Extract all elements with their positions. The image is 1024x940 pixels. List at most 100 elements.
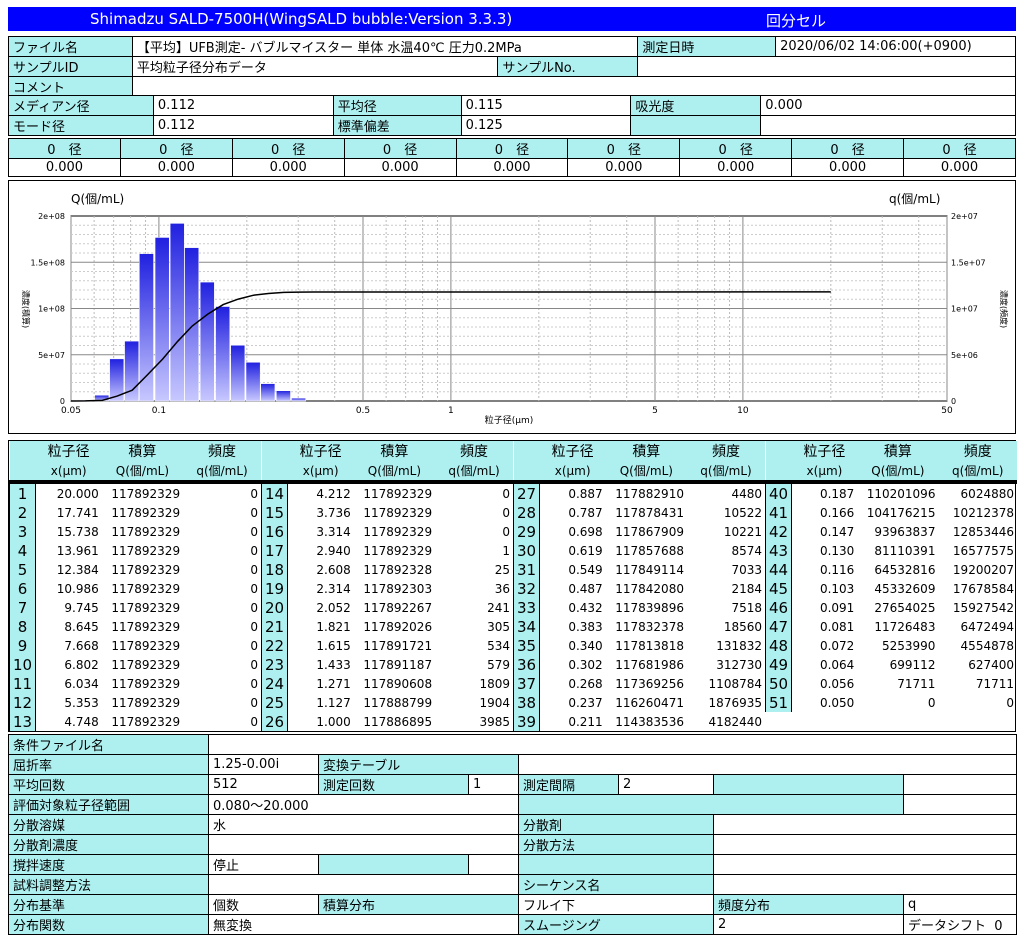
cumulative-cell: 117891721 (363, 638, 433, 653)
mean-label: 平均径 (332, 95, 462, 116)
cumulative-cell: 117892329 (111, 676, 181, 691)
column-unit: x(μm) (539, 461, 606, 484)
cumulative-cell: 117892329 (111, 657, 181, 672)
diameter-value: 0.000 (791, 158, 904, 177)
diameter-header: 0 径 (455, 138, 569, 159)
column-header: 粒子径 (287, 441, 354, 461)
row-number: 45 (764, 579, 793, 598)
mode-label: モード径 (8, 115, 154, 136)
table-row: 45 0.103 45332609 17678584 (764, 579, 1018, 598)
diameter-cell: 0.383 (568, 619, 603, 634)
empty-cell (630, 115, 762, 136)
cumulative-cell: 117891187 (363, 657, 433, 672)
frequency-bar (276, 390, 291, 402)
frequency-cell: 579 (487, 657, 510, 672)
data-block: 粒子径 積算 頻度 x(μm) Q(個/mL) q(個/mL) 1 20.000 1178923… (8, 441, 262, 731)
date-value: 2020/06/02 14:06:00(+0900) (775, 36, 1016, 57)
x-axis-label: 粒子径(μm) (485, 414, 534, 426)
cumulative-cell: 117892329 (111, 524, 181, 539)
x-tick-label: 50 (941, 406, 953, 416)
diameter-cell: 0.211 (568, 714, 603, 729)
solvent-value: 水 (208, 814, 519, 835)
frequency-cell: 0 (250, 581, 258, 596)
cumulative-cell: 117892026 (363, 619, 433, 634)
row-number: 13 (8, 712, 37, 731)
column-unit: q(個/mL) (183, 461, 261, 484)
column-unit: Q(個/mL) (857, 461, 939, 484)
row-number: 29 (512, 522, 541, 541)
diameter-cell: 0.130 (819, 543, 855, 558)
x-tick-label: 0.05 (61, 406, 81, 416)
distribution-chart: 0 5e+07 1e+08 1.5e+08 2e+08 0 5e+06 1e+07 1.5e+0… (8, 180, 1016, 434)
table-row: 41 0.166 104176215 10212378 (764, 503, 1018, 522)
frequency-cell: 4182440 (708, 714, 762, 729)
frequency-cell: 0 (250, 562, 258, 577)
frequency-cell: 15927542 (952, 600, 1014, 615)
table-row: 43 0.130 81110391 16577575 (764, 541, 1018, 560)
cumulative-cell: 117892329 (111, 562, 181, 577)
frequency-cell: 1108784 (708, 676, 762, 691)
diameter-value: 0.000 (343, 158, 457, 177)
table-row: 13 4.748 117892329 0 (8, 712, 262, 731)
table-row: 40 0.187 110201096 6024880 (764, 482, 1018, 503)
cumulative-cell: 117681986 (615, 657, 684, 672)
row-number: 11 (8, 674, 37, 693)
cumulative-cell: 117892329 (111, 581, 181, 596)
diameter-cell: 1.433 (316, 657, 351, 672)
table-row: 30 0.619 117857688 8574 (512, 541, 766, 560)
frequency-cell: 0 (250, 619, 258, 634)
median-label: メディアン径 (8, 95, 154, 116)
row-number: 19 (260, 579, 289, 598)
table-row: 5 12.384 117892329 0 (8, 560, 262, 579)
prep-value (208, 874, 519, 895)
comment-value (131, 76, 1017, 97)
comment-label: コメント (8, 76, 133, 97)
cumulative-cell: 0 (927, 695, 936, 710)
diameter-cell: 0.147 (819, 524, 855, 539)
empty-cell (713, 774, 904, 795)
freq-label: 頻度分布 (713, 894, 904, 915)
row-number: 23 (260, 655, 289, 674)
cum-value: フルイ下 (518, 894, 714, 915)
frequency-cell: 0 (250, 695, 258, 710)
diameter-cell: 2.608 (316, 562, 351, 577)
row-number: 47 (764, 617, 793, 636)
column-header: 頻度 (183, 441, 261, 461)
diameter-value: 0.000 (903, 158, 1016, 177)
row-number: 8 (8, 617, 37, 636)
frequency-cell: 6472494 (960, 619, 1014, 634)
table-row: 32 0.487 117842080 2184 (512, 579, 766, 598)
column-unit: Q(個/mL) (101, 461, 184, 484)
smooth-label: スムージング (518, 914, 714, 935)
cumulative-cell: 117886895 (363, 714, 433, 729)
row-number: 5 (8, 560, 37, 579)
frequency-cell: 12853446 (952, 524, 1014, 539)
row-number: 18 (260, 560, 289, 579)
frequency-cell: 0 (250, 486, 258, 501)
row-number: 6 (8, 579, 37, 598)
freq-value: q (902, 894, 1018, 915)
diameter-cell: 0.050 (819, 695, 855, 710)
frequency-cell: 10522 (723, 505, 762, 520)
table-row: 42 0.147 93963837 12853446 (764, 522, 1018, 541)
cumulative-cell: 117892329 (111, 638, 181, 653)
frequency-bar (199, 281, 215, 402)
diameter-header: 0 径 (679, 138, 793, 159)
cumulative-cell: 117890608 (363, 676, 433, 691)
row-number: 42 (764, 522, 793, 541)
cumulative-cell: 71711 (897, 676, 936, 691)
disp-conc-label: 分散剤濃度 (8, 834, 209, 855)
frequency-cell: 0 (502, 524, 510, 539)
frequency-cell: 1809 (479, 676, 510, 691)
table-row: 29 0.698 117867909 10221 (512, 522, 766, 541)
table-row: 24 1.271 117890608 1809 (260, 674, 514, 693)
diameter-cell: 2.052 (316, 600, 351, 615)
cumulative-cell: 117813818 (615, 638, 684, 653)
diameter-value: 0.000 (679, 158, 793, 177)
x-tick-label: 1 (448, 406, 454, 416)
empty-cell (765, 461, 792, 484)
cumulative-cell: 117892329 (111, 619, 181, 634)
range-value: 0.080～20.000 (208, 794, 519, 815)
diameter-cell: 12.384 (56, 562, 99, 577)
empty-cell (513, 441, 540, 461)
